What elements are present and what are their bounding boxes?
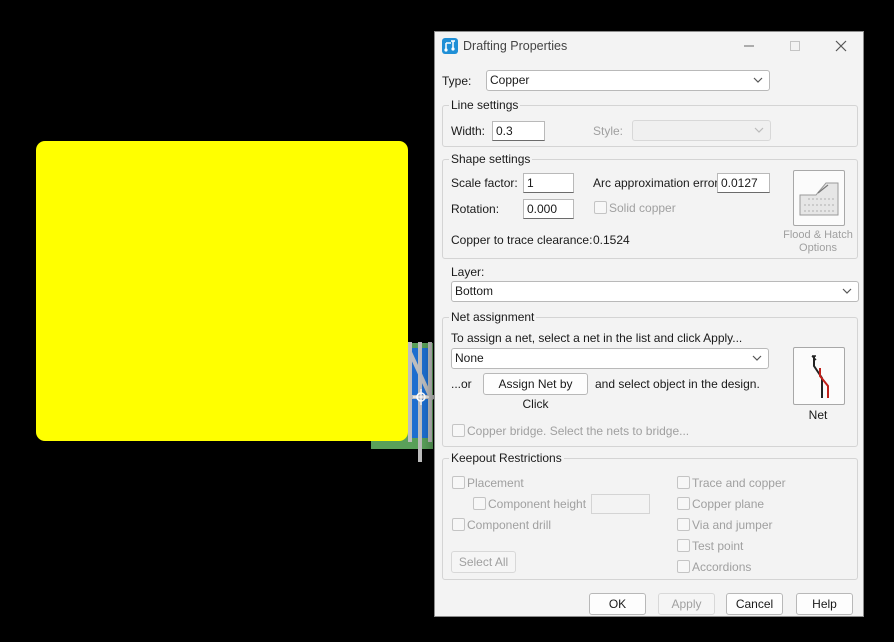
cancel-button[interactable]: Cancel	[726, 593, 783, 615]
line-settings-title: Line settings	[449, 98, 521, 112]
copper-shape[interactable]	[36, 141, 408, 441]
width-input[interactable]: 0.3	[492, 121, 545, 141]
trace-copper-checkbox[interactable]	[677, 476, 690, 489]
component-height-input	[591, 494, 650, 514]
net-value: None	[455, 351, 484, 365]
copper-bridge-checkbox[interactable]	[452, 424, 465, 437]
flood-hatch-button[interactable]	[793, 170, 845, 226]
ok-button[interactable]: OK	[589, 593, 646, 615]
net-instruction: To assign a net, select a net in the lis…	[451, 331, 743, 345]
via-jumper-label: Via and jumper	[692, 518, 773, 532]
arc-error-label: Arc approximation error:	[593, 176, 722, 190]
net-icon	[811, 355, 829, 398]
layer-label: Layer:	[451, 265, 485, 279]
solid-copper-checkbox[interactable]	[594, 201, 607, 214]
select-all-button: Select All	[451, 551, 516, 573]
chevron-down-icon	[754, 121, 764, 140]
test-point-checkbox[interactable]	[677, 539, 690, 552]
keepout-title: Keepout Restrictions	[449, 451, 564, 465]
copper-plane-checkbox[interactable]	[677, 497, 690, 510]
style-label: Style:	[593, 124, 624, 138]
rotation-label: Rotation:	[451, 202, 500, 216]
dialog-title: Drafting Properties	[463, 39, 568, 53]
component-drill-checkbox[interactable]	[452, 518, 465, 531]
arc-error-input[interactable]: 0.0127	[717, 173, 770, 193]
clearance-value: 0.1524	[593, 233, 630, 247]
close-icon[interactable]	[829, 36, 853, 56]
cursor-crosshair-icon	[413, 389, 429, 405]
placement-checkbox[interactable]	[452, 476, 465, 489]
assign-net-by-click-button[interactable]: Assign Net by Click	[483, 373, 588, 411]
minimize-icon[interactable]	[737, 36, 761, 56]
flood-hatch-label-2: Options	[799, 242, 837, 254]
net-button-label: Net	[808, 408, 828, 422]
scale-factor-label: Scale factor:	[451, 176, 518, 190]
trace-copper-label: Trace and copper	[692, 476, 786, 490]
copper-bridge-label: Copper bridge. Select the nets to bridge…	[467, 424, 690, 438]
width-label: Width:	[451, 124, 486, 138]
help-button[interactable]: Help	[796, 593, 853, 615]
chevron-down-icon	[752, 349, 762, 368]
component-height-checkbox[interactable]	[473, 497, 486, 510]
layer-select[interactable]: Bottom	[451, 281, 859, 302]
accordions-label: Accordions	[692, 560, 752, 574]
net-button[interactable]	[793, 347, 845, 405]
copper-plane-label: Copper plane	[692, 497, 765, 511]
design-canvas[interactable]	[0, 0, 434, 642]
maximize-icon	[783, 36, 807, 56]
assign-suffix: and select object in the design.	[595, 377, 760, 391]
placement-label: Placement	[467, 476, 524, 490]
net-select[interactable]: None	[451, 348, 769, 369]
flood-hatch-label-1: Flood & Hatch	[783, 229, 853, 241]
drafting-properties-dialog: Drafting Properties Type: Copper Line se…	[434, 31, 864, 617]
shape-settings-title: Shape settings	[449, 152, 533, 166]
type-select[interactable]: Copper	[486, 70, 770, 91]
layer-value: Bottom	[455, 284, 494, 298]
clearance-label: Copper to trace clearance:	[451, 233, 593, 247]
via-jumper-checkbox[interactable]	[677, 518, 690, 531]
type-label: Type:	[442, 74, 472, 88]
style-select	[632, 120, 771, 141]
apply-button: Apply	[658, 593, 715, 615]
component-drill-label: Component drill	[467, 518, 552, 532]
component-height-label: Component height	[488, 497, 587, 511]
flood-hatch-icon	[799, 182, 839, 216]
chevron-down-icon	[842, 282, 852, 301]
or-label: ...or	[451, 377, 472, 391]
scale-factor-input[interactable]: 1	[523, 173, 574, 193]
app-icon	[442, 38, 458, 54]
type-value: Copper	[490, 73, 530, 87]
test-point-label: Test point	[692, 539, 744, 553]
solid-copper-label: Solid copper	[609, 201, 676, 215]
net-assignment-title: Net assignment	[449, 310, 537, 324]
accordions-checkbox[interactable]	[677, 560, 690, 573]
chevron-down-icon	[753, 71, 763, 90]
rotation-input[interactable]: 0.000	[523, 199, 574, 219]
